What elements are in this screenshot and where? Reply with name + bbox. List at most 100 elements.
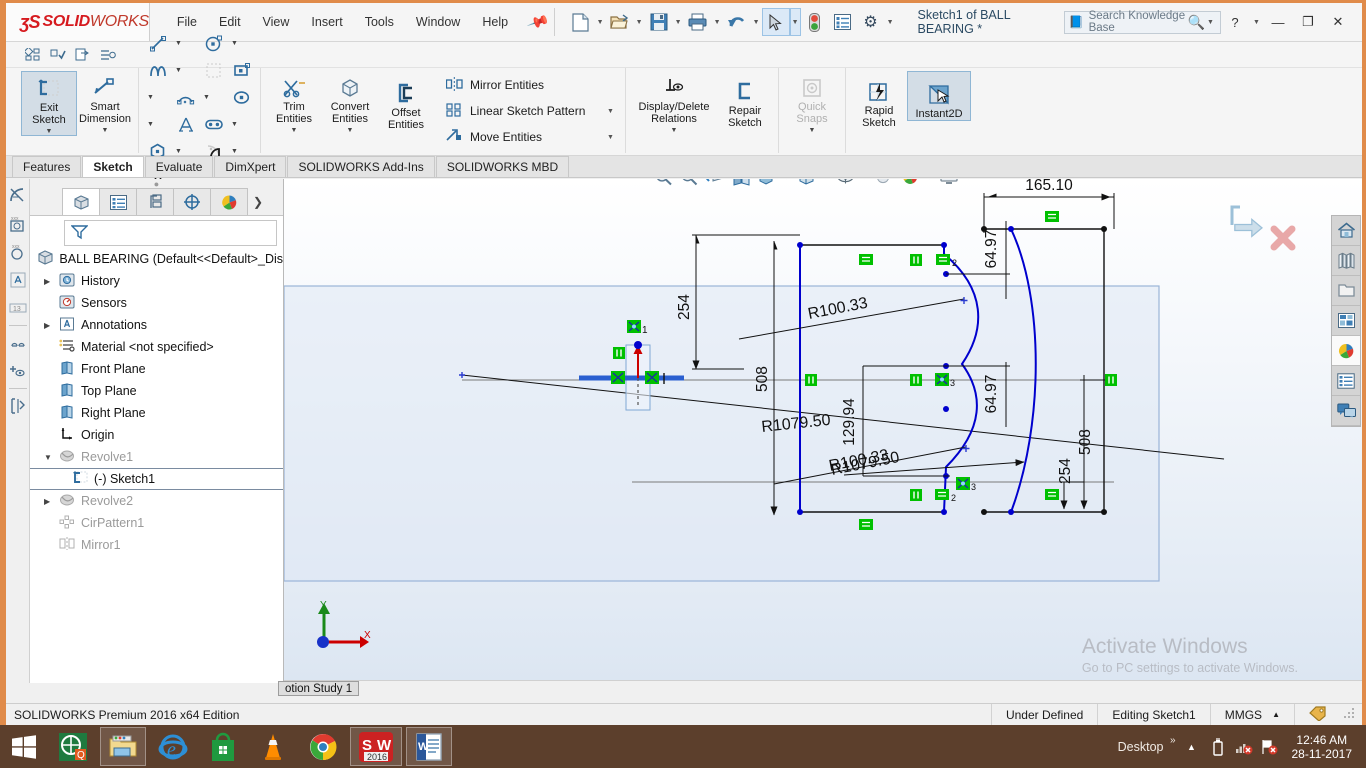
display-delete-relations-button[interactable]: Display/Delete Relations ▼ xyxy=(631,71,717,134)
quick-snaps-dropdown[interactable]: ▼ xyxy=(809,127,816,134)
offset-entities-button[interactable]: Offset Entities xyxy=(378,71,434,131)
dim-display-rail-icon[interactable]: xxx xyxy=(8,241,28,263)
battery-icon[interactable] xyxy=(1208,737,1228,757)
convert-entities-button[interactable]: Convert Entities ▼ xyxy=(322,71,378,134)
solidworks-forum-icon[interactable] xyxy=(1332,396,1360,426)
verify-sketch-icon[interactable] xyxy=(47,45,69,65)
show-hidden-icons-button[interactable]: ▲ xyxy=(1182,737,1202,757)
sketch-fillet-rail-icon[interactable] xyxy=(8,185,28,207)
view-orientation-caret[interactable]: ▼ xyxy=(781,179,792,181)
tray-desktop-label[interactable]: Desktop» xyxy=(1118,740,1176,754)
menu-insert[interactable]: Insert xyxy=(300,11,353,33)
sketch-entities-icon[interactable] xyxy=(22,45,44,65)
save-document-button[interactable] xyxy=(645,8,673,36)
taskbar-store-icon[interactable] xyxy=(200,727,246,766)
tree-node-mirror1[interactable]: Mirror1 xyxy=(30,534,283,556)
quick-snaps-button[interactable]: Quick Snaps ▼ xyxy=(784,71,840,134)
zoom-to-fit-icon[interactable] xyxy=(651,179,675,189)
new-document-caret[interactable]: ▼ xyxy=(595,19,606,26)
part-root-node[interactable]: BALL BEARING (Default<<Default>_Dis xyxy=(30,248,283,270)
network-error-icon[interactable] xyxy=(1234,737,1254,757)
revolve1-expander[interactable]: ▼ xyxy=(44,453,57,462)
menu-view[interactable]: View xyxy=(252,11,301,33)
close-button[interactable]: ✕ xyxy=(1324,9,1352,35)
slot-tool-caret[interactable]: ▼ xyxy=(228,111,241,137)
view-settings-caret[interactable]: ▼ xyxy=(963,179,974,181)
trim-entities-dropdown[interactable]: ▼ xyxy=(291,127,298,134)
solidworks-logo[interactable]: ʒS SOLIDWORKS xyxy=(6,3,150,41)
tab-solidworks-addins[interactable]: SOLIDWORKS Add-Ins xyxy=(287,156,434,177)
linear-sketch-pattern-item[interactable]: Linear Sketch Pattern ▼ xyxy=(440,98,620,124)
annotation-rail-icon[interactable] xyxy=(8,269,28,291)
move-entities-caret[interactable]: ▼ xyxy=(605,134,616,141)
help-button[interactable]: ? xyxy=(1221,9,1249,35)
smart-dimension-dropdown[interactable]: ▼ xyxy=(102,127,109,134)
tree-node-material[interactable]: Material <not specified> xyxy=(30,336,283,358)
exit-sketch-dropdown[interactable]: ▼ xyxy=(46,128,53,135)
line-tool[interactable] xyxy=(144,30,171,56)
mirror-entities-item[interactable]: Mirror Entities xyxy=(440,72,620,98)
file-explorer-icon[interactable] xyxy=(1332,276,1360,306)
revolve2-expander[interactable]: ▶ xyxy=(44,497,57,506)
ellipse-tool-caret[interactable]: ▼ xyxy=(144,111,157,137)
tab-solidworks-mbd[interactable]: SOLIDWORKS MBD xyxy=(436,156,569,177)
tree-node-cirpattern1[interactable]: CirPattern1 xyxy=(30,512,283,534)
rectangle-tool-caret[interactable]: ▼ xyxy=(144,84,157,110)
dim-history-rail-icon[interactable]: xxx xyxy=(8,213,28,235)
options-gear-caret[interactable]: ▼ xyxy=(885,19,896,26)
search-caret[interactable]: ▼ xyxy=(1205,19,1216,26)
tab-features[interactable]: Features xyxy=(12,156,81,177)
view-settings-icon[interactable] xyxy=(937,179,961,189)
menu-tools[interactable]: Tools xyxy=(354,11,405,33)
status-tag-cell[interactable] xyxy=(1294,704,1340,726)
tree-node-revolve2[interactable]: ▶ Revolve2 xyxy=(30,490,283,512)
viewport-restore-button[interactable] xyxy=(1296,179,1314,180)
hide-show-items-icon[interactable] xyxy=(833,179,857,189)
hide-show-items-caret[interactable]: ▼ xyxy=(859,179,870,181)
help-caret[interactable]: ▼ xyxy=(1251,19,1262,26)
export-sketch-icon[interactable] xyxy=(72,45,94,65)
display-style-icon[interactable] xyxy=(794,179,818,189)
options-gear-button[interactable]: ⚙ xyxy=(857,8,885,36)
restore-panel-left-button[interactable] xyxy=(1224,179,1242,180)
taskbar-solidworks-icon[interactable]: SW2016 xyxy=(350,727,402,766)
ellipse-tool[interactable] xyxy=(228,84,255,110)
trim-entities-button[interactable]: Trim Entities ▼ xyxy=(266,71,322,134)
panel-resize-handle[interactable]: ● xyxy=(30,179,283,188)
search-icon[interactable]: 🔍 xyxy=(1188,14,1205,31)
taskbar-word-icon[interactable]: W xyxy=(406,727,452,766)
rectangle-tool[interactable] xyxy=(228,57,255,83)
tree-tabs-more-button[interactable]: ❯ xyxy=(247,188,269,215)
arc-tool-caret[interactable]: ▼ xyxy=(200,84,213,110)
convert-entities-dropdown[interactable]: ▼ xyxy=(347,127,354,134)
view-orientation-icon[interactable] xyxy=(755,179,779,189)
open-document-button[interactable] xyxy=(606,8,634,36)
spline-tool[interactable] xyxy=(144,57,171,83)
apply-scene-caret[interactable]: ▼ xyxy=(924,179,935,181)
windows-start-icon[interactable] xyxy=(0,725,48,768)
tree-node-front-plane[interactable]: Front Plane xyxy=(30,358,283,380)
appearances-scenes-icon[interactable] xyxy=(1332,336,1360,366)
display-state-rail-icon[interactable] xyxy=(8,360,28,382)
search-input[interactable]: Search Knowledge Base xyxy=(1089,10,1188,34)
status-units-caret[interactable]: ▲ xyxy=(1272,710,1280,719)
previous-view-icon[interactable] xyxy=(703,179,727,189)
save-document-caret[interactable]: ▼ xyxy=(673,19,684,26)
menu-help[interactable]: Help xyxy=(471,11,519,33)
taskbar-clock[interactable]: 12:46 AM 28-11-2017 xyxy=(1286,733,1359,761)
restore-panel-right-button[interactable] xyxy=(1248,179,1266,180)
instant2d-button[interactable]: Instant2D xyxy=(907,71,971,121)
search-knowledge-base[interactable]: 📘 Search Knowledge Base 🔍 ▼ xyxy=(1064,11,1221,34)
tree-node-top-plane[interactable]: Top Plane xyxy=(30,380,283,402)
sketch-graphics[interactable]: 165.10 254 508 64.97 xyxy=(284,179,1362,683)
select-tool-button[interactable] xyxy=(762,8,790,36)
undo-button[interactable] xyxy=(723,8,751,36)
tree-node-right-plane[interactable]: Right Plane xyxy=(30,402,283,424)
apply-scene-icon[interactable] xyxy=(898,179,922,189)
tree-node-revolve1[interactable]: ▼ Revolve1 xyxy=(30,446,283,468)
annotations-expander[interactable]: ▶ xyxy=(44,321,57,330)
taskbar-internet-explorer-icon[interactable]: e xyxy=(150,727,196,766)
taskbar-vlc-icon[interactable] xyxy=(250,727,296,766)
taskbar-quickheal-icon[interactable]: Q xyxy=(50,727,96,766)
slot-tool[interactable] xyxy=(200,111,227,137)
